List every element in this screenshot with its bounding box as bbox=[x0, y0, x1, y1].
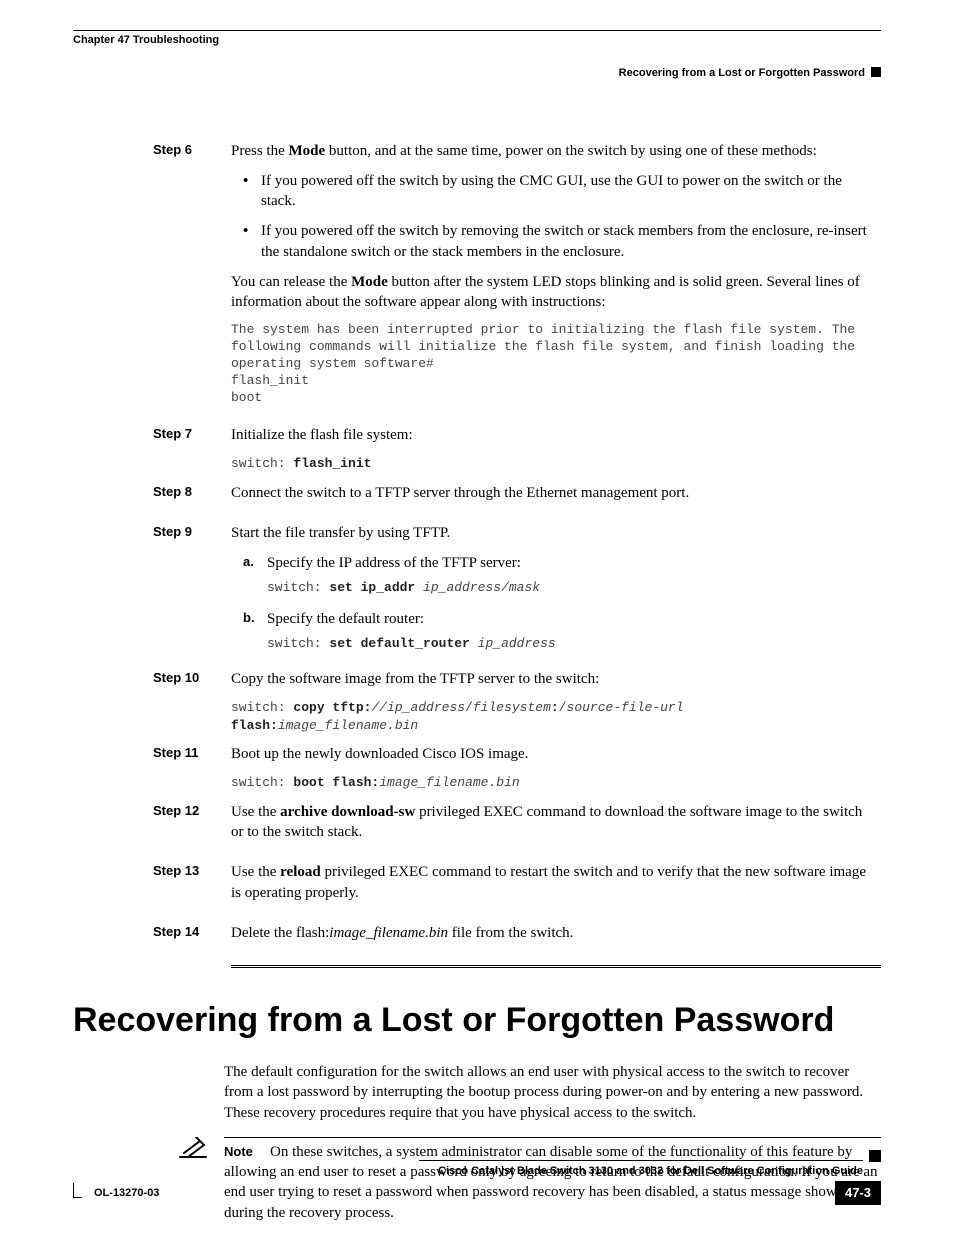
chapter-label: Chapter 47 Troubleshooting bbox=[73, 33, 219, 48]
step-6: Step 6 Press the Mode button, and at the… bbox=[73, 141, 881, 415]
step-12: Step 12 Use the archive download-sw priv… bbox=[73, 802, 881, 853]
step-7: Step 7 Initialize the flash file system:… bbox=[73, 425, 881, 473]
step-label: Step 6 bbox=[73, 141, 231, 415]
code-output: The system has been interrupted prior to… bbox=[231, 322, 876, 406]
page-footer: Cisco Catalyst Blade Switch 3130 and 303… bbox=[73, 1150, 881, 1205]
section-heading: Recovering from a Lost or Forgotten Pass… bbox=[73, 998, 881, 1044]
body-paragraph: The default configuration for the switch… bbox=[224, 1062, 881, 1123]
step-8: Step 8 Connect the switch to a TFTP serv… bbox=[73, 483, 881, 513]
footer-doc-id: OL-13270-03 bbox=[94, 1186, 159, 1201]
step-11: Step 11 Boot up the newly downloaded Cis… bbox=[73, 744, 881, 792]
step-14: Step 14 Delete the flash:image_filename.… bbox=[73, 923, 881, 953]
list-item: If you powered off the switch by using t… bbox=[261, 171, 876, 212]
step-10: Step 10 Copy the software image from the… bbox=[73, 669, 881, 734]
step-13: Step 13 Use the reload privileged EXEC c… bbox=[73, 862, 881, 913]
footer-guide-title: Cisco Catalyst Blade Switch 3130 and 303… bbox=[419, 1164, 863, 1179]
page-number: 47-3 bbox=[835, 1181, 881, 1205]
list-item: If you powered off the switch by removin… bbox=[261, 221, 876, 262]
header-section: Recovering from a Lost or Forgotten Pass… bbox=[73, 66, 881, 81]
step-9: Step 9 Start the file transfer by using … bbox=[73, 523, 881, 659]
